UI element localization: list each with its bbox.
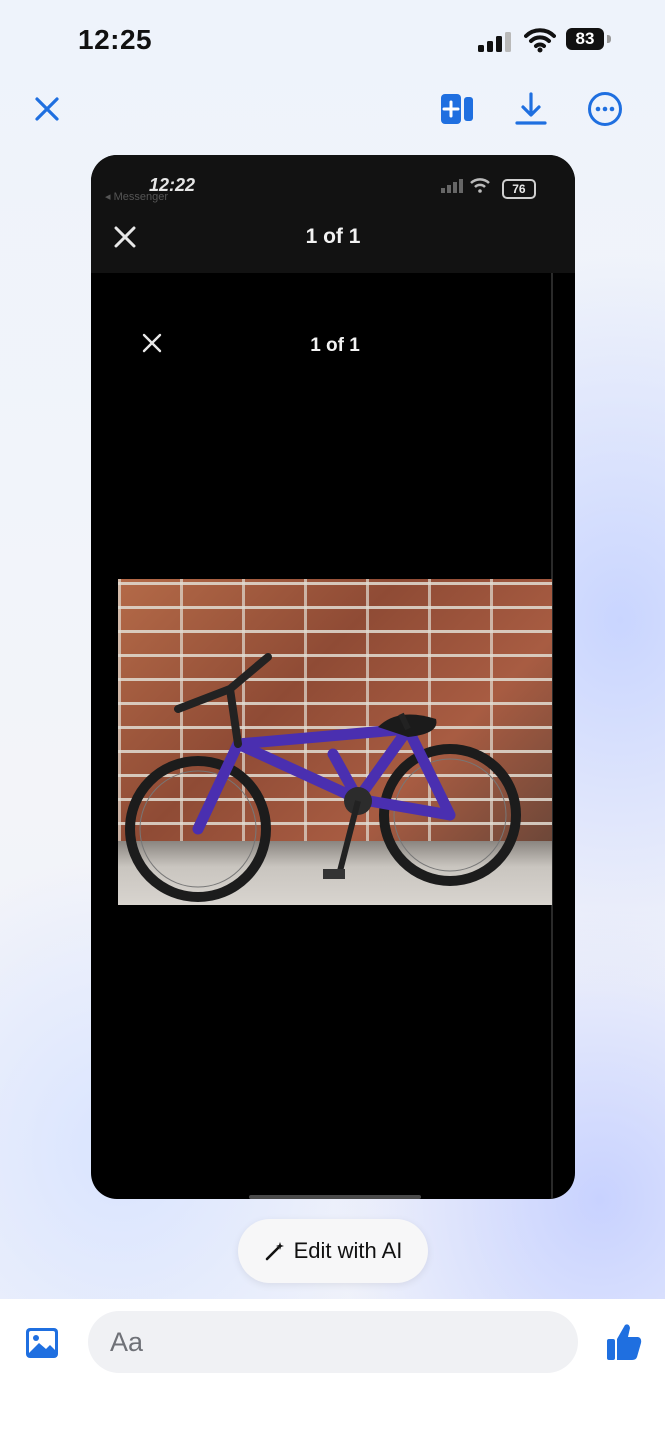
composer-bar: Aa (0, 1299, 665, 1440)
edit-with-ai-label: Edit with AI (293, 1238, 403, 1263)
close-icon (35, 97, 59, 121)
download-icon (515, 92, 547, 125)
wifi-icon (524, 28, 556, 53)
message-placeholder: Aa (110, 1326, 144, 1357)
edit-with-ai-button[interactable]: Edit with AI (238, 1219, 428, 1283)
gallery-icon (26, 1328, 58, 1358)
download-button[interactable] (510, 88, 552, 130)
signal-icon (478, 32, 511, 52)
more-options-icon (588, 92, 622, 126)
thumbs-up-icon (607, 1324, 642, 1360)
preview-battery: 76 (501, 179, 536, 199)
bike-photo (118, 579, 552, 905)
bicycle-image (125, 653, 521, 902)
preview-wifi-icon (470, 178, 491, 193)
preview-page-count: 1 of 1 (305, 225, 361, 248)
gallery-button[interactable] (22, 1323, 62, 1363)
add-to-story-icon (441, 94, 473, 124)
add-to-story-button[interactable] (436, 88, 478, 130)
more-options-button[interactable] (584, 88, 626, 130)
magic-wand-icon (265, 1242, 284, 1261)
image-preview[interactable]: 12:22 ◂ Messenger 76 1 of 1 1 of 1 (91, 155, 575, 1199)
preview-header: 12:22 ◂ Messenger 76 1 of 1 (91, 155, 575, 273)
status-bar: 12:25 83 (0, 0, 665, 80)
status-time: 12:25 (78, 24, 153, 55)
preview-home-indicator (249, 1195, 421, 1199)
message-input[interactable]: Aa (88, 1311, 578, 1373)
preview-status: 76 (441, 177, 536, 199)
preview-signal-icon (441, 179, 463, 193)
battery-indicator: 83 (566, 28, 611, 50)
close-button[interactable] (26, 88, 68, 130)
inner-page-count: 1 of 1 (310, 335, 360, 356)
battery-level: 83 (575, 29, 595, 48)
like-button[interactable] (604, 1321, 646, 1365)
preview-back-label: ◂ Messenger (105, 191, 168, 203)
